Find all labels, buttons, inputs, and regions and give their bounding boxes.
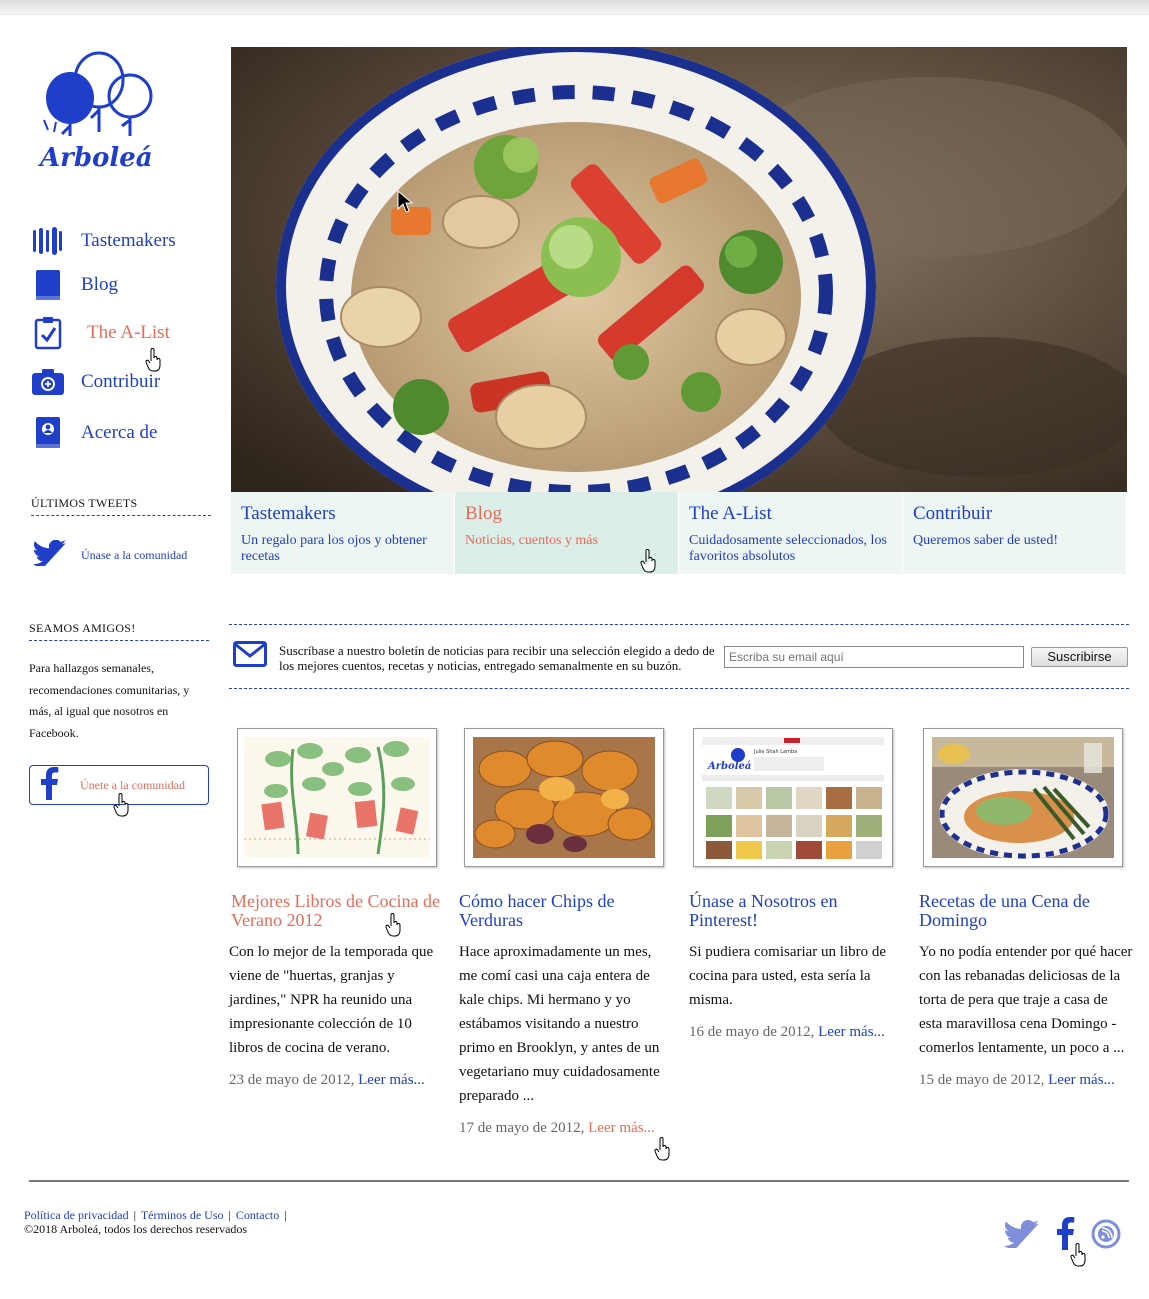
post-thumbnail[interactable] <box>237 728 437 867</box>
arrow-cursor-icon <box>397 189 414 219</box>
facebook-join-label: Únete a la comunidad <box>80 777 185 792</box>
hand-cursor-icon <box>385 913 403 942</box>
hand-cursor-icon <box>145 348 163 377</box>
sidebar-item-label: Tastemakers <box>81 230 176 251</box>
post-excerpt: Si pudiera comisariar un libro de cocina… <box>689 944 887 1008</box>
browser-top-bar <box>0 0 1149 15</box>
hand-cursor-icon <box>640 549 658 578</box>
hand-cursor-icon <box>654 1137 672 1166</box>
tweets-heading: ÚLTIMOS TWEETS <box>31 496 211 516</box>
sidebar-item-tastemakers[interactable]: Tastemakers <box>30 221 176 261</box>
post-card: Mejores Libros de Cocina de Verano 2012 … <box>229 728 445 1089</box>
svg-text:Julie Shah Lamba: Julie Shah Lamba <box>753 749 797 755</box>
logo-trees-icon: Arboleá <box>37 51 153 173</box>
post-card: Recetas de una Cena de Domingo Yo no pod… <box>919 728 1133 1089</box>
rss-icon[interactable] <box>1091 1219 1121 1254</box>
read-more-link[interactable]: Leer más... <box>358 1072 425 1088</box>
post-meta: 23 de mayo de 2012, Leer más... <box>229 1072 445 1089</box>
post-date: 16 de mayo de 2012, <box>689 1024 815 1040</box>
tweets-join-label: Únase a la comunidad <box>81 548 188 562</box>
tab-a-list[interactable]: The A-List Cuidadosamente seleccionados,… <box>679 492 903 574</box>
clipboard-check-icon <box>30 315 66 351</box>
post-title[interactable]: Cómo hacer Chips de Verduras <box>459 892 673 930</box>
post-thumbnail[interactable]: Arboleá Julie Shah Lamba <box>693 728 893 867</box>
post-excerpt: Yo no podía entender por qué hacer con l… <box>919 944 1133 1056</box>
pasta-salad-bowl-photo <box>231 47 1127 492</box>
post-thumbnail[interactable] <box>923 728 1123 867</box>
post-title[interactable]: Mejores Libros de Cocina de Verano 2012 <box>231 892 445 930</box>
post-meta: 15 de mayo de 2012, Leer más... <box>919 1072 1133 1089</box>
read-more-link[interactable]: Leer más... <box>818 1024 885 1040</box>
cookbook-plants-illustration <box>238 729 436 866</box>
post-date: 17 de mayo de 2012, <box>459 1120 585 1136</box>
subscribe-button[interactable]: Suscribirse <box>1031 647 1128 667</box>
read-more-link[interactable]: Leer más... <box>588 1120 655 1136</box>
footer-separator: | <box>284 1208 287 1222</box>
tab-subtitle: Queremos saber de usted! <box>913 533 1059 548</box>
contact-link[interactable]: Contacto <box>236 1208 279 1222</box>
terms-link[interactable]: Términos de Uso <box>141 1208 224 1222</box>
facebook-icon <box>38 766 60 805</box>
tab-title: The A-List <box>689 503 772 524</box>
friends-text: Para hallazgos semanales, recomendacione… <box>29 661 190 740</box>
feature-tabs: Tastemakers Un regalo para los ojos y ob… <box>231 492 1127 574</box>
arbolea-logo[interactable]: Arboleá <box>34 48 159 176</box>
hand-cursor-icon <box>113 793 131 822</box>
copyright-text: ©2018 Arboleá, todos los derechos reserv… <box>24 1222 248 1236</box>
tab-subtitle: Cuidadosamente seleccionados, los favori… <box>689 533 887 564</box>
friends-heading: SEAMOS AMIGOS! <box>29 621 209 641</box>
footer-links: Política de privacidad | Términos de Uso… <box>24 1208 289 1222</box>
post-meta: 17 de mayo de 2012, Leer más... <box>459 1120 673 1137</box>
post-card: Arboleá Julie Shah Lamba Únase a Nosotro… <box>689 728 903 1041</box>
sidebar-item-blog[interactable]: Blog <box>30 265 118 305</box>
twitter-bird-icon <box>33 539 67 571</box>
privacy-link[interactable]: Política de privacidad <box>24 1208 129 1222</box>
newsletter-text: Suscríbase a nuestro boletín de noticias… <box>279 643 715 673</box>
hero-image[interactable] <box>231 47 1127 492</box>
sunday-dinner-photo <box>924 729 1122 866</box>
post-excerpt: Hace aproximadamente un mes, me comí cas… <box>459 944 660 1104</box>
tweets-join-link[interactable]: Únase a la comunidad <box>33 539 188 571</box>
post-card: Cómo hacer Chips de Verduras Hace aproxi… <box>459 728 673 1137</box>
newsletter-email-input[interactable] <box>724 646 1024 668</box>
post-title[interactable]: Únase a Nosotros en Pinterest! <box>689 892 903 930</box>
sidebar-item-a-list[interactable]: The A-List <box>30 313 170 353</box>
hand-cursor-icon <box>1070 1243 1088 1272</box>
footer-separator: | <box>133 1208 137 1222</box>
sidebar-item-label: Blog <box>81 274 118 295</box>
post-meta: 16 de mayo de 2012, Leer más... <box>689 1024 903 1041</box>
footer-divider <box>29 1180 1129 1182</box>
read-more-link[interactable]: Leer más... <box>1048 1072 1115 1088</box>
svg-text:Arboleá: Arboleá <box>37 143 153 173</box>
tab-subtitle: Un regalo para los ojos y obtener receta… <box>241 533 427 564</box>
sidebar-item-acerca-de[interactable]: Acerca de <box>30 413 157 453</box>
utensils-icon <box>30 223 66 259</box>
tab-title: Blog <box>465 503 502 524</box>
pinterest-page-screenshot: Arboleá Julie Shah Lamba <box>694 729 892 866</box>
footer-separator: | <box>228 1208 231 1222</box>
tab-title: Tastemakers <box>241 503 336 524</box>
sidebar-item-label: Acerca de <box>81 422 158 443</box>
twitter-icon[interactable] <box>1004 1220 1040 1253</box>
post-date: 23 de mayo de 2012, <box>229 1072 355 1088</box>
book-icon <box>30 267 66 303</box>
tab-tastemakers[interactable]: Tastemakers Un regalo para los ojos y ob… <box>231 492 455 574</box>
post-title[interactable]: Recetas de una Cena de Domingo <box>919 892 1133 930</box>
tab-subtitle: Noticias, cuentos y más <box>465 533 598 548</box>
sidebar-item-contribuir[interactable]: Contribuir <box>30 362 160 402</box>
post-thumbnail[interactable] <box>464 728 664 867</box>
envelope-icon <box>233 641 267 672</box>
newsletter-divider-bottom <box>229 688 1129 689</box>
post-date: 15 de mayo de 2012, <box>919 1072 1045 1088</box>
profile-book-icon <box>30 415 66 451</box>
tab-contribuir[interactable]: Contribuir Queremos saber de usted! <box>903 492 1127 574</box>
tab-title: Contribuir <box>913 503 993 524</box>
vegetable-chips-photo <box>465 729 663 866</box>
newsletter-divider-top <box>229 624 1129 625</box>
svg-text:Arboleá: Arboleá <box>707 761 751 772</box>
sidebar-item-label: The A-List <box>87 322 170 343</box>
post-excerpt: Con lo mejor de la temporada que viene d… <box>229 944 434 1056</box>
camera-icon <box>30 364 66 400</box>
